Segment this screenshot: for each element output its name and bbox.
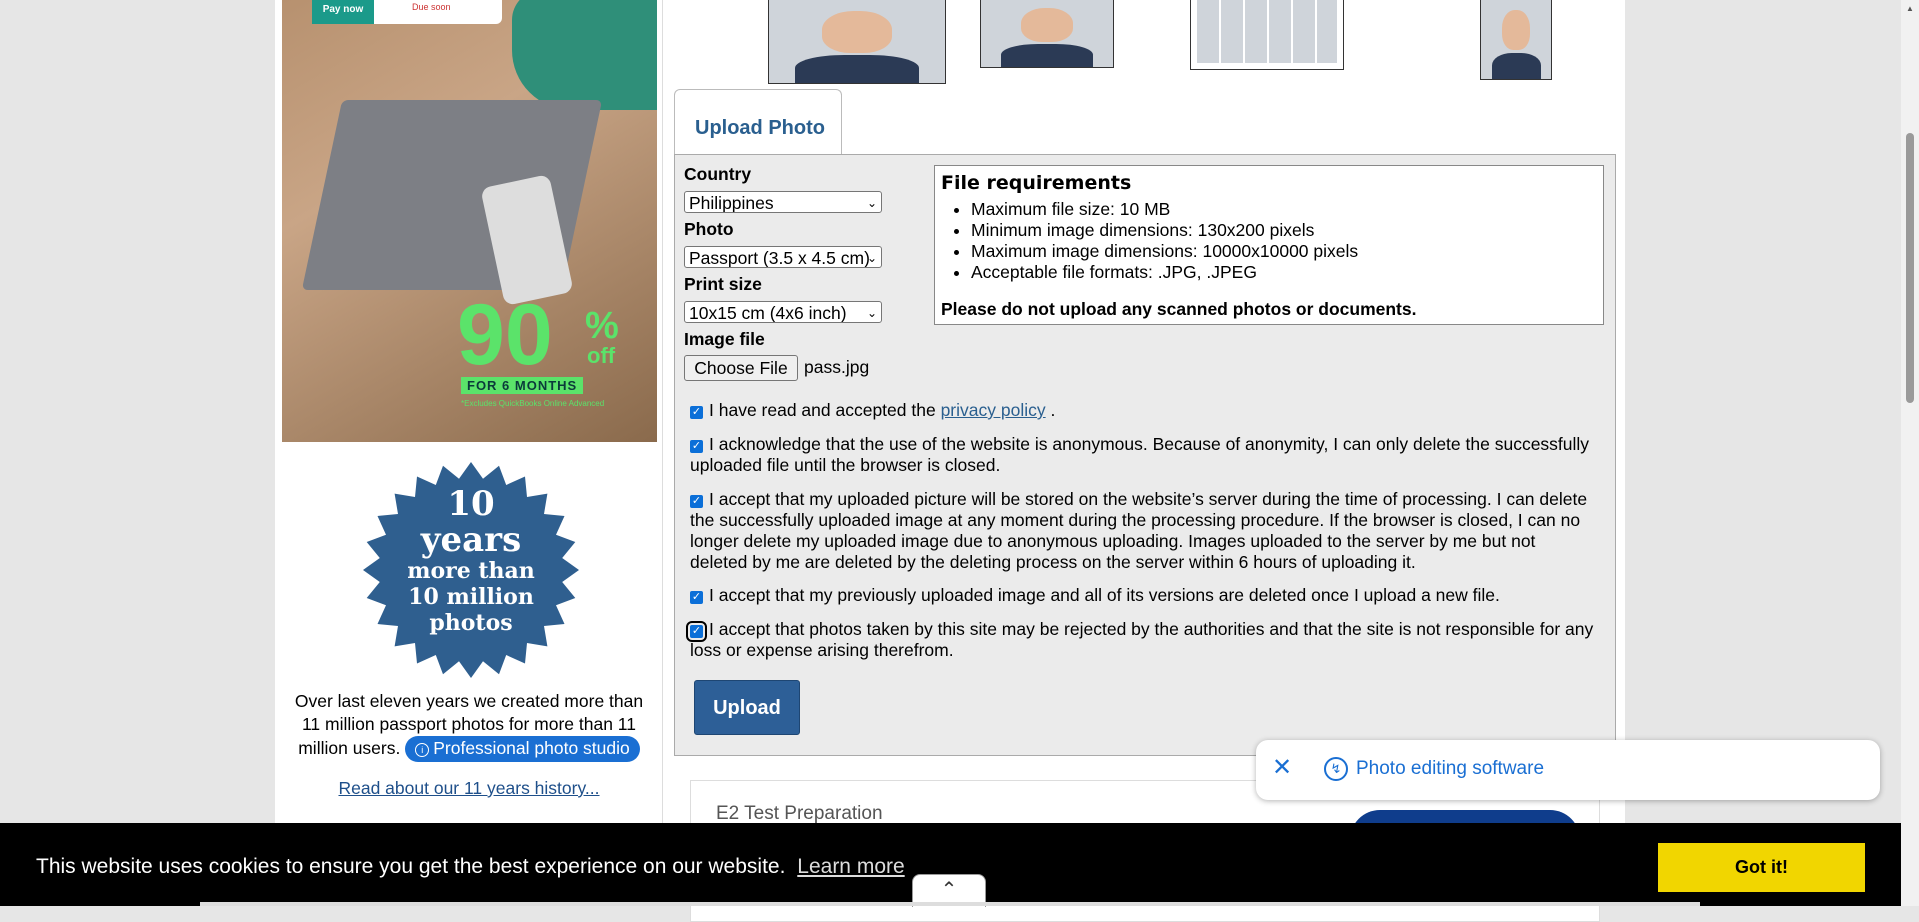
consent-rejection-text: I accept that photos taken by this site … [690, 619, 1594, 660]
selected-file-name: pass.jpg [804, 357, 870, 377]
ad-person-image [512, 0, 657, 110]
chevron-down-icon: ⌄ [866, 251, 877, 265]
bottom-divider [200, 902, 1700, 906]
chevron-down-icon: ⌄ [866, 306, 877, 320]
ad-promo-fine-print: *Excludes QuickBooks Online Advanced [461, 399, 605, 408]
advertisement[interactable]: Pay now Due soon 90 % off FOR 6 MONTHS *… [282, 0, 657, 442]
print-size-select-value: 10x15 cm (4x6 inch) [689, 303, 847, 323]
example-photo-large [768, 0, 946, 84]
scrollbar[interactable]: ▲ [1901, 0, 1919, 906]
country-select[interactable]: Philippines ⌄ [684, 191, 882, 213]
consent-privacy-checkbox[interactable]: ✓ [690, 406, 703, 419]
ad-promo: 90 % off FOR 6 MONTHS *Excludes QuickBoo… [457, 292, 637, 408]
ad-pay-now: Pay now [312, 0, 374, 24]
country-label: Country [684, 164, 752, 184]
consent-anonymous: ✓ I acknowledge that the use of the websi… [690, 434, 1596, 476]
requirement-item: Acceptable file formats: .JPG, .JPEG [971, 262, 1358, 283]
consent-privacy: ✓ I have read and accepted the privacy po… [690, 400, 1596, 421]
photo-label: Photo [684, 219, 734, 239]
scroll-up-icon[interactable]: ▲ [1906, 4, 1914, 13]
close-icon[interactable]: ✕ [1272, 753, 1292, 782]
consent-storage-text: I accept that my uploaded picture will b… [690, 489, 1588, 572]
toast-text[interactable]: Photo editing software [1356, 758, 1544, 780]
example-photo-cut [1480, 0, 1552, 80]
history-link[interactable]: Read about our 11 years history... [284, 778, 654, 799]
photo-editing-toast[interactable]: ✕ ↯ Photo editing software [1256, 740, 1880, 800]
consent-rejection-checkbox[interactable]: ✓ [686, 621, 707, 642]
consent-privacy-suffix: . [1050, 400, 1056, 420]
history-text: Over last eleven years we created more t… [284, 690, 654, 762]
badge-line-1: 10 [447, 484, 495, 524]
country-select-value: Philippines [689, 193, 774, 213]
consent-anonymous-text: I acknowledge that the use of the websit… [690, 434, 1590, 475]
requirements-title: File requirements [941, 172, 1132, 194]
privacy-policy-link[interactable]: privacy policy [941, 400, 1046, 420]
requirement-item: Minimum image dimensions: 130x200 pixels [971, 220, 1358, 241]
ad-due-soon: Due soon [412, 2, 451, 12]
ten-years-badge: 10 years more than 10 million photos [362, 460, 580, 680]
consent-anonymous-checkbox[interactable]: ✓ [690, 440, 703, 453]
badge-line-5: photos [429, 610, 513, 636]
image-file-label: Image file [684, 329, 765, 349]
studio-button-label: Professional photo studio [433, 738, 630, 758]
badge-line-3: more than [407, 558, 535, 584]
badge-line-2: years [420, 520, 522, 560]
file-requirements: File requirements Maximum file size: 10 … [934, 165, 1604, 325]
scrollbar-thumb[interactable] [1906, 133, 1914, 403]
example-photo-sheet [1190, 0, 1344, 70]
consent-delete-checkbox[interactable]: ✓ [690, 591, 703, 604]
consent-privacy-text: I have read and accepted the [709, 400, 936, 420]
requirement-item: Maximum image dimensions: 10000x10000 pi… [971, 241, 1358, 262]
consent-delete-text: I accept that my previously uploaded ima… [709, 585, 1500, 605]
choose-file-button[interactable]: Choose File [684, 355, 798, 381]
ad-promo-duration: FOR 6 MONTHS [461, 377, 584, 394]
badge-line-4: 10 million [408, 584, 534, 610]
print-size-label: Print size [684, 274, 762, 294]
consent-delete: ✓ I accept that my previously uploaded im… [690, 585, 1596, 606]
requirements-list: Maximum file size: 10 MB Minimum image d… [947, 199, 1358, 283]
ad-promo-percent: % [585, 305, 619, 347]
bolt-icon: ↯ [1324, 757, 1348, 781]
consent-rejection: ✓ I accept that photos taken by this site… [686, 619, 1596, 661]
requirements-warning: Please do not upload any scanned photos … [941, 299, 1417, 319]
got-it-button[interactable]: Got it! [1658, 843, 1865, 892]
cookie-message: This website uses cookies to ensure you … [36, 855, 786, 878]
example-photo-cropped [980, 0, 1114, 68]
info-icon: i [415, 743, 430, 757]
photo-select-value: Passport (3.5 x 4.5 cm) [689, 248, 870, 268]
ad-promo-off: off [587, 343, 616, 368]
chevron-down-icon: ⌄ [866, 196, 877, 210]
consent-storage: ✓ I accept that my uploaded picture will … [690, 489, 1596, 573]
learn-more-link[interactable]: Learn more [797, 855, 904, 878]
consent-storage-checkbox[interactable]: ✓ [690, 495, 703, 508]
photo-select[interactable]: Passport (3.5 x 4.5 cm) ⌄ [684, 246, 882, 268]
tab-upload-photo-label: Upload Photo [695, 117, 825, 139]
column-divider [662, 0, 663, 906]
example-photos-strip [700, 0, 1600, 85]
tab-upload-photo[interactable]: Upload Photo [674, 89, 842, 156]
cookie-message-wrap: This website uses cookies to ensure you … [36, 855, 905, 879]
print-size-select[interactable]: 10x15 cm (4x6 inch) ⌄ [684, 301, 882, 323]
ad-card-title: E2 Test Preparation [716, 803, 883, 824]
upload-button[interactable]: Upload [694, 680, 800, 735]
professional-studio-button[interactable]: i Professional photo studio [405, 736, 640, 762]
requirement-item: Maximum file size: 10 MB [971, 199, 1358, 220]
cookie-banner: This website uses cookies to ensure you … [0, 823, 1901, 907]
